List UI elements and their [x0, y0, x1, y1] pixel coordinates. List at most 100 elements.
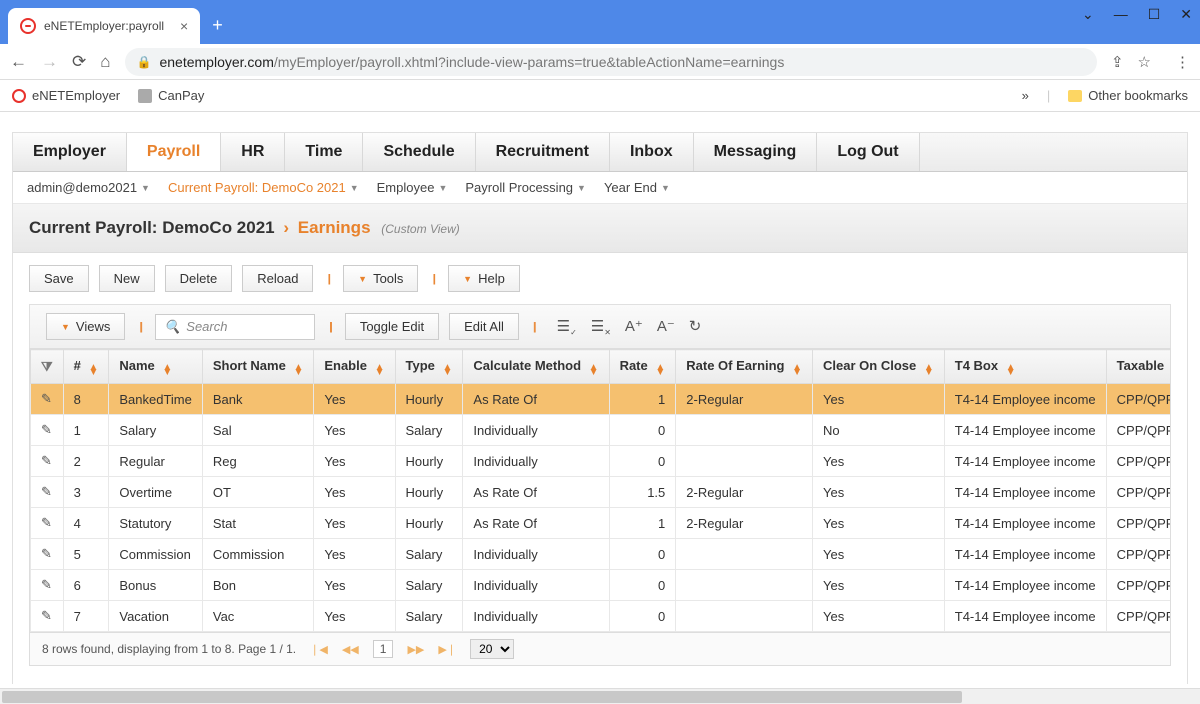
edit-row-icon[interactable]: ✎ — [41, 608, 52, 623]
new-tab-button[interactable]: + — [212, 15, 223, 36]
close-tab-icon[interactable]: × — [180, 18, 188, 34]
cell: Yes — [314, 384, 395, 415]
col-short-name[interactable]: Short Name ▲▼ — [202, 350, 313, 384]
search-input[interactable]: 🔍 Search — [155, 314, 315, 340]
other-bookmarks[interactable]: Other bookmarks — [1068, 88, 1188, 103]
tab-log-out[interactable]: Log Out — [817, 133, 919, 171]
edit-row-icon[interactable]: ✎ — [41, 515, 52, 530]
table-row[interactable]: ✎3OvertimeOTYesHourlyAs Rate Of1.52-Regu… — [31, 477, 1172, 508]
sort-icon[interactable]: ▲▼ — [1006, 365, 1016, 375]
reload-button[interactable]: Reload — [242, 265, 313, 292]
edit-row-icon[interactable]: ✎ — [41, 577, 52, 592]
tab-recruitment[interactable]: Recruitment — [476, 133, 610, 171]
page-size-select[interactable]: 20 — [470, 639, 514, 659]
forward-icon[interactable]: → — [41, 52, 58, 72]
tab-inbox[interactable]: Inbox — [610, 133, 694, 171]
horizontal-scrollbar[interactable] — [0, 688, 1200, 704]
bookmark-enetemployer[interactable]: eNETEmployer — [12, 88, 120, 103]
delete-button[interactable]: Delete — [165, 265, 233, 292]
pager-next-icon[interactable]: ▶▶ — [407, 643, 424, 656]
pager-prev-icon[interactable]: ◀◀ — [342, 643, 359, 656]
tab-payroll[interactable]: Payroll — [127, 133, 221, 171]
bookmarks-overflow-icon[interactable]: » — [1022, 88, 1029, 103]
filter-icon[interactable]: ☰✓ — [557, 317, 577, 337]
col-taxable[interactable]: Taxable ▲▼ — [1106, 350, 1171, 384]
cell: Overtime — [109, 477, 203, 508]
help-dropdown[interactable]: ▼Help — [448, 265, 520, 292]
col--[interactable]: # ▲▼ — [63, 350, 109, 384]
edit-all-button[interactable]: Edit All — [449, 313, 519, 340]
edit-row-icon[interactable]: ✎ — [41, 453, 52, 468]
edit-row-icon[interactable]: ✎ — [41, 391, 52, 406]
sort-icon[interactable]: ▲▼ — [589, 365, 599, 375]
edit-row-icon[interactable]: ✎ — [41, 546, 52, 561]
new-button[interactable]: New — [99, 265, 155, 292]
close-window-icon[interactable]: ✕ — [1180, 6, 1192, 23]
filter-funnel-icon[interactable]: ⧩ — [41, 359, 53, 374]
sort-icon[interactable]: ▲▼ — [293, 365, 303, 375]
col-enable[interactable]: Enable ▲▼ — [314, 350, 395, 384]
table-row[interactable]: ✎1SalarySalYesSalaryIndividually0NoT4-14… — [31, 415, 1172, 446]
menu-icon[interactable]: ⋮ — [1175, 53, 1190, 71]
home-icon[interactable]: ⌂ — [100, 52, 110, 72]
table-row[interactable]: ✎4StatutoryStatYesHourlyAs Rate Of12-Reg… — [31, 508, 1172, 539]
browser-tab[interactable]: eNETEmployer:payroll × — [8, 8, 200, 44]
sort-icon[interactable]: ▲▼ — [162, 365, 172, 375]
table-row[interactable]: ✎8BankedTimeBankYesHourlyAs Rate Of12-Re… — [31, 384, 1172, 415]
cell: Yes — [813, 477, 945, 508]
sort-icon[interactable]: ▲▼ — [792, 365, 802, 375]
sort-icon[interactable]: ▲▼ — [443, 365, 453, 375]
tab-employer[interactable]: Employer — [13, 133, 127, 171]
refresh-icon[interactable]: ↻ — [689, 317, 702, 337]
pager-last-icon[interactable]: ▶❘ — [438, 643, 456, 656]
bookmark-star-icon[interactable]: ☆ — [1138, 53, 1151, 71]
save-button[interactable]: Save — [29, 265, 89, 292]
minimize-icon[interactable]: — — [1114, 6, 1128, 23]
font-decrease-icon[interactable]: A⁻ — [657, 317, 675, 337]
subnav-year-end[interactable]: Year End ▼ — [604, 180, 670, 195]
subnav-employee[interactable]: Employee ▼ — [377, 180, 448, 195]
sort-icon[interactable]: ▲▼ — [375, 365, 385, 375]
col-t4-box[interactable]: T4 Box ▲▼ — [944, 350, 1106, 384]
col-calculate-method[interactable]: Calculate Method ▲▼ — [463, 350, 609, 384]
tab-hr[interactable]: HR — [221, 133, 285, 171]
sort-icon[interactable]: ▲▼ — [924, 365, 934, 375]
sort-icon[interactable]: ▲▼ — [655, 365, 665, 375]
subnav-payroll-processing[interactable]: Payroll Processing ▼ — [465, 180, 586, 195]
reload-icon[interactable]: ⟳ — [72, 52, 86, 72]
subnav-payroll[interactable]: Current Payroll: DemoCo 2021 ▼ — [168, 180, 359, 195]
col-rate-of-earning[interactable]: Rate Of Earning ▲▼ — [676, 350, 813, 384]
maximize-icon[interactable]: ☐ — [1148, 6, 1161, 23]
tab-time[interactable]: Time — [285, 133, 363, 171]
share-icon[interactable]: ⇪ — [1111, 53, 1124, 71]
sort-icon[interactable]: ▲▼ — [88, 365, 98, 375]
pager-first-icon[interactable]: ❘◀ — [310, 643, 328, 656]
toggle-edit-button[interactable]: Toggle Edit — [345, 313, 439, 340]
table-row[interactable]: ✎5CommissionCommissionYesSalaryIndividua… — [31, 539, 1172, 570]
table-row[interactable]: ✎6BonusBonYesSalaryIndividually0YesT4-14… — [31, 570, 1172, 601]
subnav-user[interactable]: admin@demo2021 ▼ — [27, 180, 150, 195]
pager: 8 rows found, displaying from 1 to 8. Pa… — [29, 633, 1171, 666]
font-increase-icon[interactable]: A⁺ — [625, 317, 643, 337]
table-row[interactable]: ✎2RegularRegYesHourlyIndividually0YesT4-… — [31, 446, 1172, 477]
col-clear-on-close[interactable]: Clear On Close ▲▼ — [813, 350, 945, 384]
cell: T4-14 Employee income — [944, 415, 1106, 446]
edit-row-icon[interactable]: ✎ — [41, 484, 52, 499]
bookmark-canpay[interactable]: CanPay — [138, 88, 204, 103]
table-row[interactable]: ✎7VacationVacYesSalaryIndividually0YesT4… — [31, 601, 1172, 632]
chevron-down-icon[interactable]: ⌄ — [1082, 6, 1094, 23]
clear-filter-icon[interactable]: ☰✕ — [591, 317, 611, 337]
url-field[interactable]: 🔒 enetemployer.com/myEmployer/payroll.xh… — [125, 48, 1097, 76]
pager-page[interactable]: 1 — [373, 640, 394, 658]
tab-messaging[interactable]: Messaging — [694, 133, 818, 171]
edit-row-icon[interactable]: ✎ — [41, 422, 52, 437]
col-type[interactable]: Type ▲▼ — [395, 350, 463, 384]
cell: Regular — [109, 446, 203, 477]
tab-schedule[interactable]: Schedule — [363, 133, 475, 171]
col-name[interactable]: Name ▲▼ — [109, 350, 203, 384]
tools-dropdown[interactable]: ▼Tools — [343, 265, 418, 292]
col-rate[interactable]: Rate ▲▼ — [609, 350, 676, 384]
col-edit[interactable]: ⧩ — [31, 350, 64, 384]
views-dropdown[interactable]: ▼Views — [46, 313, 125, 340]
back-icon[interactable]: ← — [10, 52, 27, 72]
